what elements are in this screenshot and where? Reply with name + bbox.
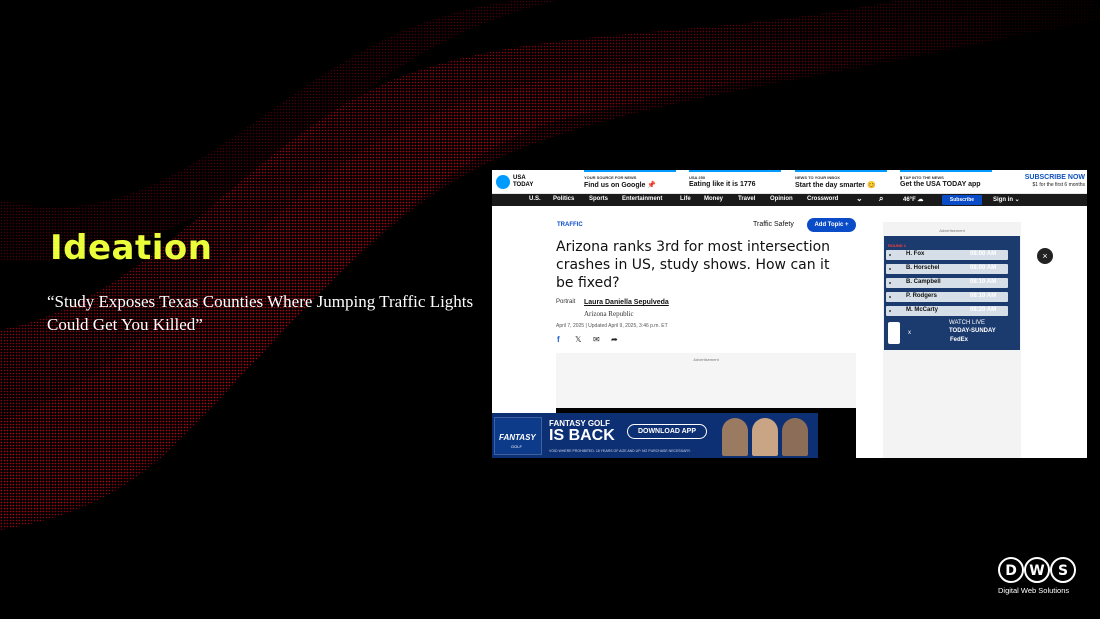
mail-icon[interactable]: ✉: [593, 335, 600, 344]
inline-ad: Advertisement: [556, 353, 856, 408]
watch-live-label: WATCH LIVE: [949, 320, 986, 326]
partner-x: x: [908, 330, 911, 336]
sidebar-ad-label: Advertisement: [939, 228, 965, 233]
nav-item-opinion[interactable]: Opinion: [770, 196, 793, 202]
slide-quote: “Study Exposes Texas Counties Where Jump…: [47, 292, 474, 334]
author-portrait: Portrait: [556, 299, 576, 305]
leaderboard-row: B. Campbell 08:10 AM: [884, 277, 1020, 289]
watch-dates-label: TODAY-SUNDAY: [949, 328, 996, 334]
weather-widget[interactable]: 46°F ☁: [903, 196, 923, 203]
download-app-button[interactable]: DOWNLOAD APP: [627, 424, 707, 439]
sidebar-ad[interactable]: Advertisement ROUND 1 H. Fox 08:00 AM B. …: [883, 222, 1021, 458]
sign-in-link[interactable]: Sign in ⌄: [993, 196, 1020, 203]
outlet-name: Arizona Republic: [584, 310, 634, 318]
leaderboard-row: M. McCarty 08:20 AM: [884, 305, 1020, 317]
banner-fine-print: VOID WHERE PROHIBITED. 18 YEARS OF AGE A…: [549, 449, 691, 453]
more-chevron-icon[interactable]: ⌄: [856, 194, 863, 203]
site-logo[interactable]: USA TODAY: [513, 175, 543, 189]
section-kicker[interactable]: TRAFFIC: [557, 222, 583, 228]
subscribe-now-link[interactable]: SUBSCRIBE NOW $1 for the first 6 months: [1025, 174, 1085, 188]
leaderboard-row: H. Fox 08:00 AM: [884, 249, 1020, 261]
facebook-icon[interactable]: f: [557, 335, 560, 344]
ad-label: Advertisement: [693, 357, 719, 362]
logo-letter-s: S: [1058, 563, 1068, 579]
golfer-photo: [722, 418, 748, 456]
golf-leaderboard[interactable]: ROUND 1 H. Fox 08:00 AM B. Horschel 08:00 …: [884, 236, 1020, 350]
golfer-photo: [752, 418, 778, 456]
banner-line-2: IS BACK: [549, 427, 615, 444]
nav-item-entertainment[interactable]: Entertainment: [622, 196, 662, 202]
slide-title: Ideation: [50, 228, 213, 268]
site-header: USA TODAY YOUR SOURCE FOR NEWS Find us o…: [492, 170, 1087, 194]
add-topic-button[interactable]: Add Topic +: [807, 218, 856, 232]
article-dates: April 7, 2025 | Updated April 9, 2025, 3…: [556, 323, 668, 329]
share-icon[interactable]: ➦: [611, 335, 618, 344]
sponsor-logo: FedEx: [950, 337, 969, 343]
article-headline: Arizona ranks 3rd for most intersection …: [556, 239, 831, 291]
pga-tour-logo-icon: [888, 322, 900, 344]
slide: Ideation “Study Exposes Texas Counties W…: [0, 0, 1100, 619]
nav-item-sports[interactable]: Sports: [589, 196, 608, 202]
leaderboard-row: B. Horschel 08:00 AM: [884, 263, 1020, 275]
nav-subscribe-button[interactable]: Subscribe: [942, 195, 982, 205]
promo-newsletter[interactable]: NEWS TO YOUR INBOX Start the day smarter…: [795, 170, 887, 194]
topic-label: Traffic Safety: [753, 221, 794, 228]
usa-today-logo-icon[interactable]: [496, 175, 510, 189]
x-icon[interactable]: 𝕏: [575, 335, 581, 344]
nav-item-us[interactable]: U.S.: [529, 196, 541, 202]
fantasy-golf-banner-ad[interactable]: FANTASY GOLF FANTASY GOLF IS BACK DOWNLO…: [492, 413, 818, 458]
site-nav: U.S. Politics Sports Entertainment Life …: [492, 194, 1087, 206]
search-icon[interactable]: ⌕: [879, 194, 883, 204]
nav-item-crossword[interactable]: Crossword: [807, 196, 838, 202]
golfer-photo: [782, 418, 808, 456]
nav-item-life[interactable]: Life: [680, 196, 691, 202]
nav-item-money[interactable]: Money: [704, 196, 723, 202]
nav-item-travel[interactable]: Travel: [738, 196, 755, 202]
fantasy-golf-logo: FANTASY GOLF: [494, 417, 542, 455]
logo-letter-d: D: [1005, 563, 1017, 579]
leaderboard-row: P. Rodgers 08:10 AM: [884, 291, 1020, 303]
brand-tagline: Digital Web Solutions: [998, 586, 1070, 595]
article-screenshot: USA TODAY YOUR SOURCE FOR NEWS Find us o…: [492, 170, 1087, 458]
dws-logo: D W S Digital Web Solutions: [997, 556, 1079, 596]
nav-item-politics[interactable]: Politics: [553, 196, 574, 202]
promo-usa250[interactable]: USA 250 Eating like it is 1776: [689, 170, 781, 194]
promo-app[interactable]: ▮ TAP INTO THE NEWS Get the USA TODAY ap…: [900, 170, 992, 194]
round-label: ROUND 1: [888, 243, 907, 248]
author-link[interactable]: Laura Daniella Sepulveda: [584, 299, 669, 306]
promo-google[interactable]: YOUR SOURCE FOR NEWS Find us on Google 📌: [584, 170, 676, 194]
logo-letter-w: W: [1029, 563, 1044, 579]
close-icon[interactable]: ×: [1037, 248, 1053, 264]
